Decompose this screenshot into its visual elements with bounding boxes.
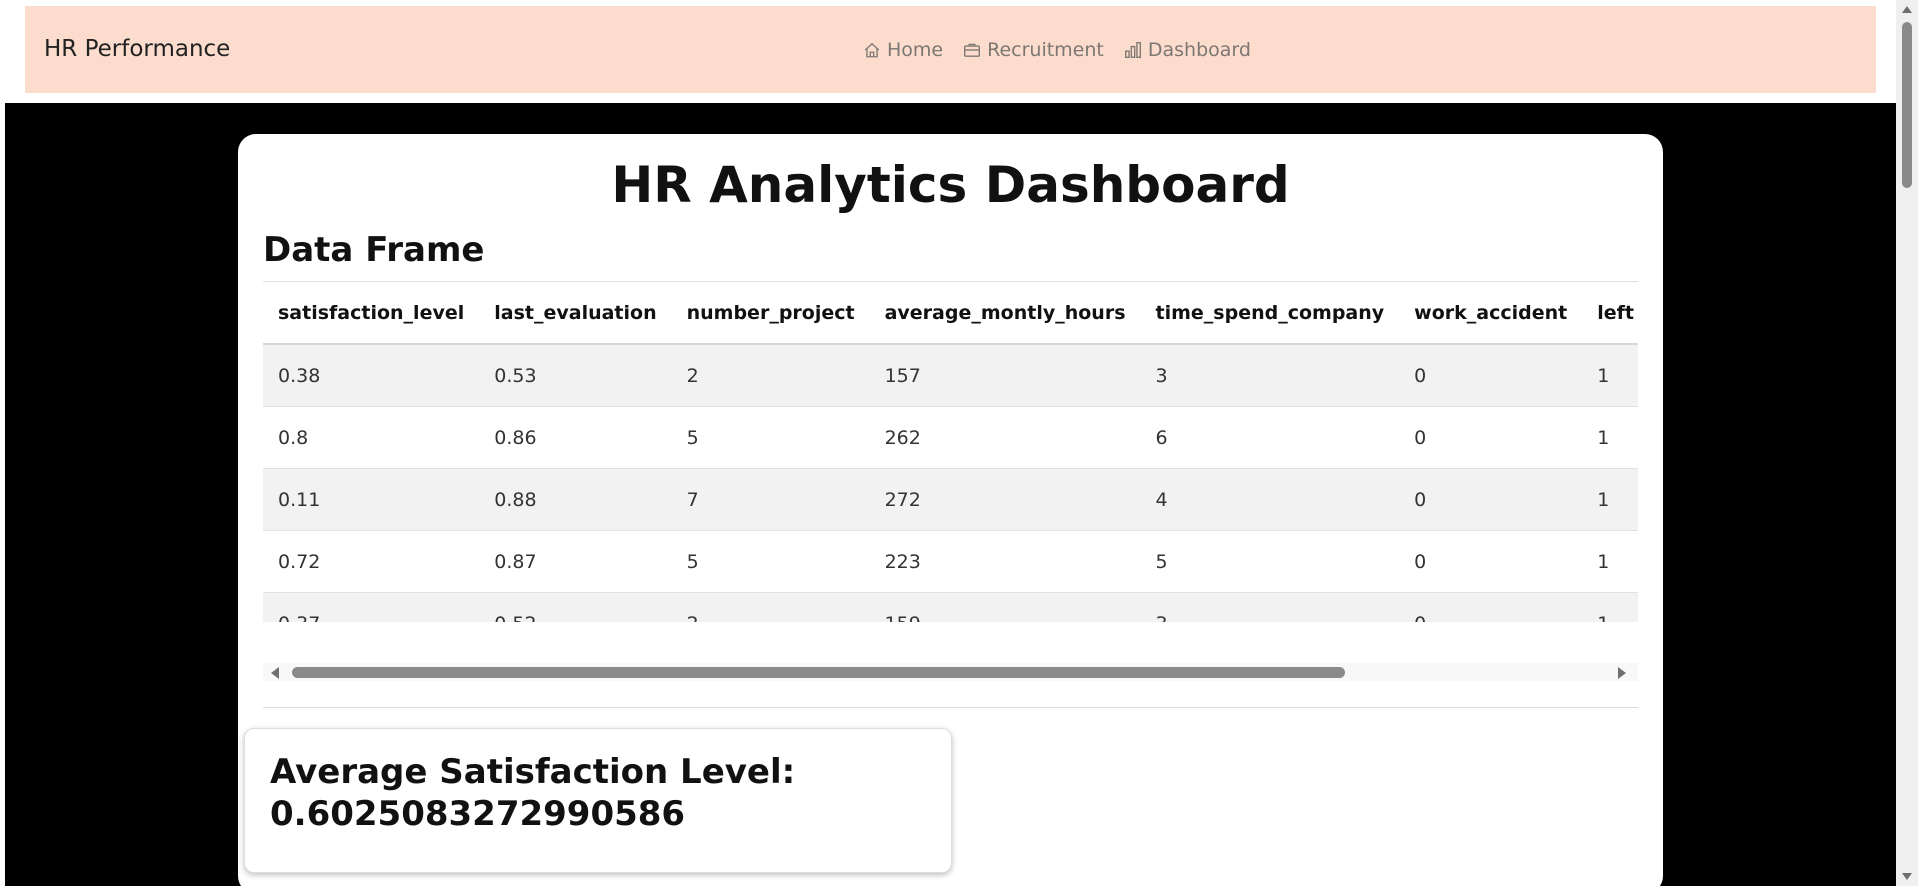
table-cell: 4 (1140, 468, 1400, 531)
navbar: HR Performance Home Recruitment Dashboar… (25, 6, 1876, 93)
table-cell: 1 (1582, 468, 1638, 531)
table-cell: 0 (1399, 344, 1583, 407)
table-cell: 272 (869, 468, 1141, 531)
briefcase-icon (964, 43, 981, 57)
table-cell: 1 (1582, 406, 1638, 469)
table-cell: 0.53 (479, 344, 672, 407)
scroll-left-icon[interactable] (271, 667, 279, 679)
table-cell: 0.37 (263, 592, 480, 622)
nav-link-dashboard[interactable]: Dashboard (1124, 39, 1251, 61)
table-cell: 5 (671, 406, 870, 469)
table-cell: 2 (671, 592, 870, 622)
metric-label: Average Satisfaction Level: (270, 752, 796, 792)
scroll-up-icon[interactable] (1902, 6, 1912, 13)
column-header: number_project (671, 282, 870, 345)
table-cell: 0 (1399, 530, 1583, 593)
table-cell: 262 (869, 406, 1141, 469)
table-cell: 0.86 (479, 406, 672, 469)
nav-link-recruitment[interactable]: Recruitment (963, 39, 1104, 61)
scrollbar-thumb[interactable] (292, 667, 1345, 678)
divider (263, 707, 1638, 708)
table-row: 0.11 0.88 7 272 4 0 1 0 (263, 468, 1638, 531)
table-cell: 157 (869, 344, 1141, 407)
table-row: 0.37 0.52 2 159 3 0 1 0 (263, 592, 1638, 622)
table-cell: 0.88 (479, 468, 672, 531)
table-cell: 1 (1582, 592, 1638, 622)
table-cell: 7 (671, 468, 870, 531)
dashboard-card: HR Analytics Dashboard Data Frame satisf… (238, 134, 1663, 894)
section-title: Data Frame (263, 230, 485, 270)
metric-value: 0.6025083272990586 (270, 794, 686, 834)
scroll-right-icon[interactable] (1618, 667, 1626, 679)
table-cell: 1 (1582, 344, 1638, 407)
page-title: HR Analytics Dashboard (611, 156, 1290, 214)
table-cell: 5 (1140, 530, 1400, 593)
table-cell: 0.8 (263, 406, 480, 469)
nav-link-home[interactable]: Home (863, 39, 943, 61)
column-header: left (1582, 282, 1638, 345)
table-cell: 2 (671, 344, 870, 407)
house-icon (864, 42, 880, 57)
table-cell: 159 (869, 592, 1141, 622)
table-cell: 1 (1582, 530, 1638, 593)
table: satisfaction_level last_evaluation numbe… (263, 282, 1638, 622)
brand-title[interactable]: HR Performance (44, 6, 230, 93)
table-cell: 0 (1399, 592, 1583, 622)
table-cell: 0.72 (263, 530, 480, 593)
table-cell: 223 (869, 530, 1141, 593)
data-frame-table[interactable]: satisfaction_level last_evaluation numbe… (263, 281, 1638, 622)
table-row: 0.72 0.87 5 223 5 0 1 0 (263, 530, 1638, 593)
table-cell: 3 (1140, 344, 1400, 407)
bar-chart-icon (1124, 41, 1141, 58)
table-cell: 0.11 (263, 468, 480, 531)
table-cell: 0 (1399, 406, 1583, 469)
column-header: satisfaction_level (263, 282, 480, 345)
scroll-down-icon[interactable] (1902, 873, 1912, 880)
table-cell: 0.52 (479, 592, 672, 622)
table-cell: 5 (671, 530, 870, 593)
table-cell: 0.87 (479, 530, 672, 593)
horizontal-scrollbar[interactable] (263, 663, 1638, 681)
scrollbar-thumb[interactable] (1902, 22, 1912, 188)
column-header: last_evaluation (479, 282, 672, 345)
table-row: 0.38 0.53 2 157 3 0 1 0 (263, 344, 1638, 407)
metric-card: Average Satisfaction Level: 0.6025083272… (244, 728, 952, 873)
vertical-scrollbar[interactable] (1896, 0, 1918, 886)
metric-text: Average Satisfaction Level: 0.6025083272… (270, 751, 920, 835)
column-header: average_montly_hours (869, 282, 1141, 345)
column-header: work_accident (1399, 282, 1583, 345)
table-header-row: satisfaction_level last_evaluation numbe… (263, 282, 1638, 345)
column-header: time_spend_company (1140, 282, 1400, 345)
table-cell: 6 (1140, 406, 1400, 469)
table-cell: 0 (1399, 468, 1583, 531)
table-cell: 3 (1140, 592, 1400, 622)
table-row: 0.8 0.86 5 262 6 0 1 0 (263, 406, 1638, 469)
table-cell: 0.38 (263, 344, 480, 407)
nav-link-label: Dashboard (1147, 38, 1251, 61)
nav-link-label: Recruitment (987, 38, 1104, 61)
nav-links: Home Recruitment Dashboard (863, 6, 1251, 93)
nav-link-label: Home (887, 38, 944, 61)
